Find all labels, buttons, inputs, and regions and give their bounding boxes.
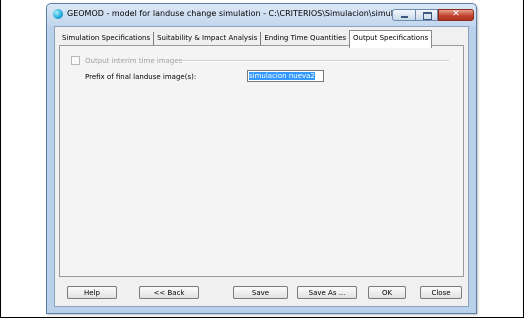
ok-button[interactable]: OK — [368, 286, 406, 299]
button-row: Help << Back Save Save As ... OK Close — [55, 283, 468, 303]
dialog-client-area: Simulation Specifications Suitability & … — [54, 26, 469, 307]
back-button[interactable]: << Back — [139, 286, 199, 299]
help-button[interactable]: Help — [67, 286, 117, 299]
title-bar[interactable]: GEOMOD - model for landuse change simula… — [47, 4, 476, 26]
app-icon[interactable] — [53, 9, 63, 19]
prefix-input-value: simulacion nueva2 — [249, 72, 315, 80]
close-window-button[interactable]: ✕ — [438, 9, 474, 21]
maximize-button[interactable] — [416, 9, 438, 21]
minimize-button[interactable] — [392, 9, 416, 21]
tab-ending-time-quantities[interactable]: Ending Time Quantities — [261, 32, 349, 45]
prefix-label: Prefix of final landuse image(s): — [85, 73, 197, 81]
output-specifications-page: Output interim time images Prefix of fin… — [59, 45, 464, 277]
geomod-window: GEOMOD - model for landuse change simula… — [46, 3, 477, 314]
save-button[interactable]: Save — [233, 286, 288, 299]
group-divider — [181, 60, 449, 62]
prefix-input[interactable]: simulacion nueva2 — [247, 70, 324, 82]
interim-images-checkbox[interactable] — [71, 56, 80, 65]
save-as-button[interactable]: Save As ... — [297, 286, 357, 299]
interim-images-option[interactable]: Output interim time images — [71, 56, 182, 65]
tab-strip: Simulation Specifications Suitability & … — [59, 30, 433, 48]
close-button[interactable]: Close — [420, 286, 462, 299]
tab-output-specifications[interactable]: Output Specifications — [349, 30, 433, 48]
minimize-icon — [401, 16, 408, 18]
window-title: GEOMOD - model for landuse change simula… — [67, 9, 430, 18]
interim-images-label: Output interim time images — [85, 56, 183, 65]
tab-simulation-specifications[interactable]: Simulation Specifications — [59, 32, 155, 45]
close-icon: ✕ — [452, 9, 460, 19]
tab-suitability-impact-analysis[interactable]: Suitability & Impact Analysis — [154, 32, 262, 45]
maximize-icon — [423, 12, 432, 20]
